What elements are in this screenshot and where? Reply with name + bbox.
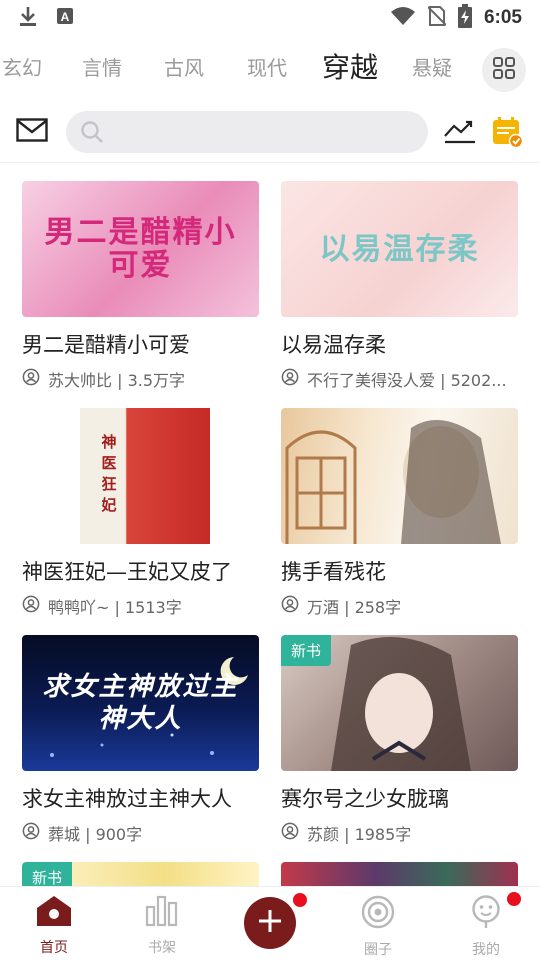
book-meta: 苏大帅比 | 3.5万字: [22, 367, 259, 391]
nav-home[interactable]: 首页: [14, 895, 94, 957]
book-title: 神医狂妃—王妃又皮了: [22, 560, 232, 584]
author-icon: [22, 822, 40, 844]
create-button[interactable]: [244, 897, 296, 949]
status-time: 6:05: [483, 7, 522, 28]
nav-circle[interactable]: 圈子: [338, 895, 418, 959]
tab-xuanyi[interactable]: 悬疑: [412, 52, 452, 81]
book-meta: 鸭鸭吖~ | 1513字: [22, 594, 259, 618]
home-icon: [36, 895, 72, 931]
status-bar: A 6:05: [0, 0, 540, 36]
cover-title-art: 神医狂妃: [99, 434, 118, 518]
tab-gufeng[interactable]: 古风: [164, 52, 204, 81]
book-card[interactable]: 男二是醋精小可爱 男二是醋精小可爱 苏大帅比 | 3.5万字: [22, 181, 259, 391]
book-title: 赛尔号之少女胧璃: [281, 787, 449, 811]
calendar-checkin-icon[interactable]: [492, 116, 524, 152]
category-tabs: 玄幻 言情 古风 现代 穿越 悬疑: [0, 44, 540, 96]
author-icon: [281, 368, 299, 390]
book-card[interactable]: 携手看残花 万酒 | 258字: [281, 408, 518, 618]
no-sim-icon: [427, 5, 447, 31]
book-card[interactable]: 以易温存柔 以易温存柔 不行了美得没人爱 | 5202...: [281, 181, 518, 391]
book-card[interactable]: 神医狂妃 神医狂妃—王妃又皮了 鸭鸭吖~ | 1513字: [22, 408, 259, 618]
cover-title-art: 男二是醋精小可爱: [44, 215, 237, 283]
book-meta: 不行了美得没人爱 | 5202...: [281, 367, 518, 391]
tab-xiandai[interactable]: 现代: [247, 52, 287, 81]
book-cover-partial[interactable]: [281, 862, 518, 886]
book-title: 携手看残花: [281, 560, 386, 584]
cover-title-art: 以易温存柔: [319, 231, 480, 267]
search-input[interactable]: [112, 111, 412, 153]
book-cover: [281, 408, 518, 544]
bookshelf-icon: [145, 895, 179, 931]
plus-icon: [258, 909, 282, 937]
book-author-wordcount: 鸭鸭吖~ | 1513字: [48, 598, 182, 617]
book-meta: 苏颜 | 1985字: [281, 821, 518, 845]
category-grid-button[interactable]: [482, 48, 526, 92]
search-icon: [80, 120, 104, 148]
new-book-badge: 新书: [22, 862, 73, 886]
nav-profile-label: 我的: [472, 942, 500, 958]
book-title: 男二是醋精小可爱: [22, 333, 190, 357]
svg-text:A: A: [61, 10, 70, 24]
author-icon: [22, 595, 40, 617]
circle-target-icon: [361, 895, 395, 933]
tab-chuanyue[interactable]: 穿越: [322, 46, 378, 86]
search-bar[interactable]: [66, 111, 428, 153]
book-author-wordcount: 苏大帅比 | 3.5万字: [48, 371, 186, 390]
book-author-wordcount: 万酒 | 258字: [307, 598, 402, 617]
cover-title-art: 求女主神放过主神大人: [42, 671, 239, 735]
book-cover: 神医狂妃: [22, 408, 259, 544]
battery-charging-icon: [457, 4, 472, 32]
book-title: 求女主神放过主神大人: [22, 787, 232, 811]
text-a-icon: A: [56, 7, 74, 29]
book-cover: 新书: [281, 635, 518, 771]
book-meta: 葬城 | 900字: [22, 821, 259, 845]
author-icon: [22, 368, 40, 390]
author-icon: [281, 822, 299, 844]
nav-home-label: 首页: [40, 940, 68, 956]
wifi-icon: [390, 6, 416, 30]
mail-icon[interactable]: [16, 118, 48, 146]
book-title: 以易温存柔: [281, 333, 386, 357]
book-cover-partial[interactable]: 新书: [22, 862, 259, 886]
book-cover: 以易温存柔: [281, 181, 518, 317]
nav-bookshelf[interactable]: 书架: [122, 895, 202, 957]
search-row: [0, 106, 540, 160]
nav-circle-label: 圈子: [364, 942, 392, 958]
header-divider: [0, 162, 540, 163]
book-card[interactable]: 求女主神放过主神大人 求女主神放过主神大人 葬城 | 900字: [22, 635, 259, 845]
tab-yanqing[interactable]: 言情: [82, 52, 122, 81]
download-icon: [18, 5, 38, 31]
profile-notification-dot: [507, 892, 521, 906]
book-card[interactable]: 新书 赛尔号之少女胧璃 苏颜 | 1985字: [281, 635, 518, 845]
profile-face-icon: [471, 895, 501, 933]
trend-chart-icon[interactable]: [444, 118, 476, 148]
book-author-wordcount: 不行了美得没人爱 | 5202...: [307, 371, 507, 390]
book-author-wordcount: 葬城 | 900字: [48, 825, 143, 844]
book-cover: 男二是醋精小可爱: [22, 181, 259, 317]
tab-xuanhuan[interactable]: 玄幻: [2, 52, 42, 81]
create-notification-dot: [293, 893, 307, 907]
new-book-badge: 新书: [281, 635, 332, 666]
grid-icon: [492, 56, 516, 84]
book-meta: 万酒 | 258字: [281, 594, 518, 618]
nav-bookshelf-label: 书架: [148, 940, 176, 956]
book-author-wordcount: 苏颜 | 1985字: [307, 825, 412, 844]
author-icon: [281, 595, 299, 617]
book-cover: 求女主神放过主神大人: [22, 635, 259, 771]
